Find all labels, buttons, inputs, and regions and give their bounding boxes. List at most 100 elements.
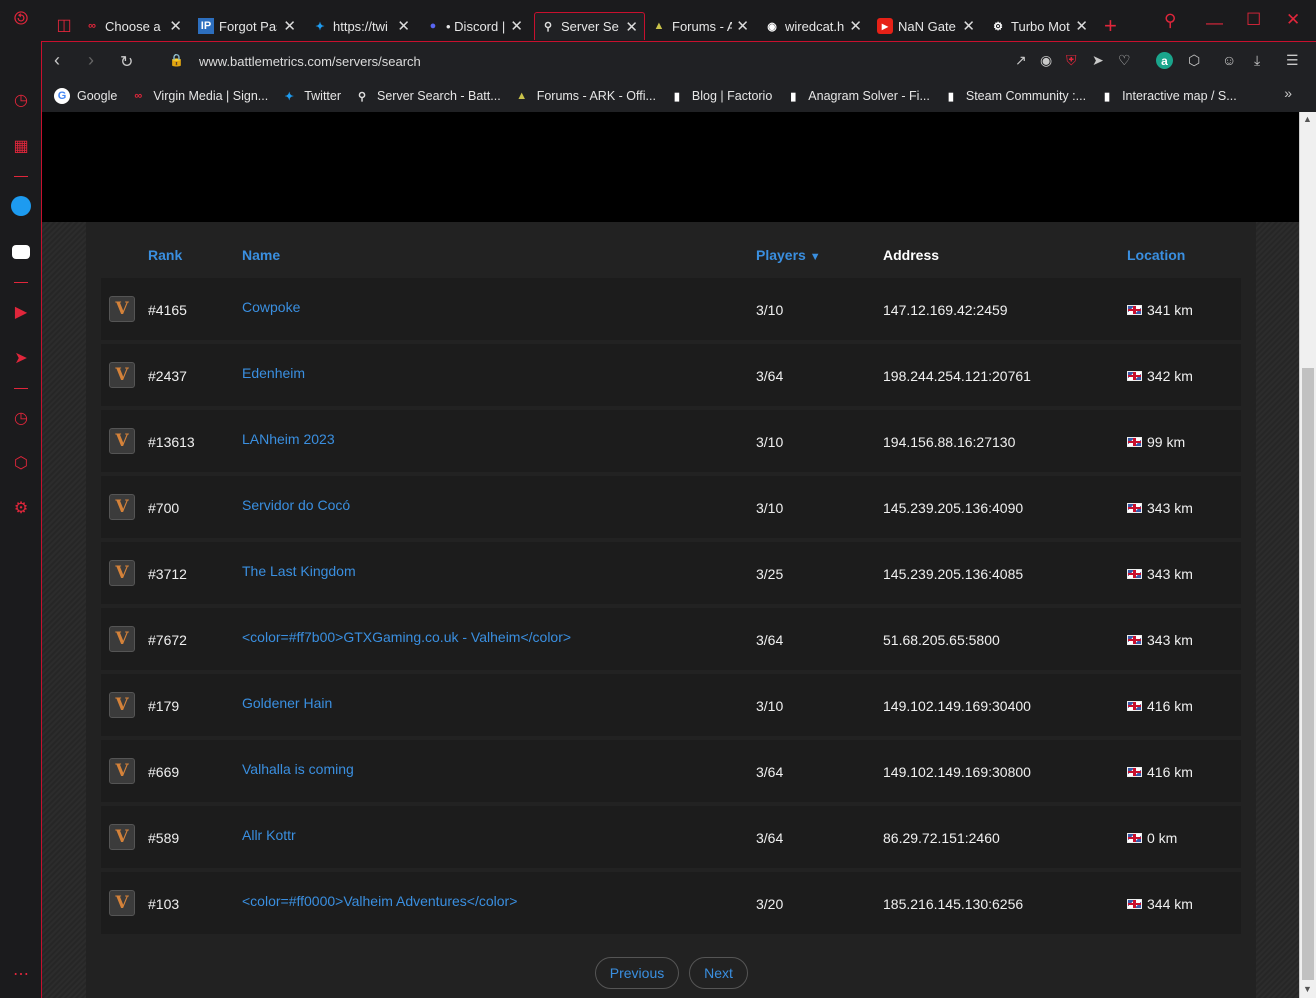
server-name-link[interactable]: The Last Kingdom xyxy=(242,563,356,579)
server-players: 3/10 xyxy=(756,302,784,318)
close-icon[interactable]: ✕ xyxy=(283,17,296,35)
bookmark-steam[interactable]: ▮ Steam Community :... xyxy=(943,88,1086,104)
bookmark-server-search[interactable]: ⚲ Server Search - Batt... xyxy=(354,88,501,104)
share-icon[interactable]: ↗ xyxy=(1015,52,1027,69)
twitter-sidebar-icon[interactable] xyxy=(9,194,33,218)
history-icon[interactable]: ◷ xyxy=(9,406,33,430)
close-icon[interactable]: ✕ xyxy=(1075,17,1088,35)
tab-nan-gates[interactable]: ▶ NaN Gates ✕ xyxy=(877,12,981,40)
extensions-cube-icon[interactable]: ⬡ xyxy=(9,451,33,475)
bookmark-google[interactable]: G Google xyxy=(54,88,117,104)
more-dots-icon[interactable]: ⋯ xyxy=(9,962,33,986)
next-button[interactable]: Next xyxy=(689,957,748,989)
chevron-double-right-icon[interactable]: » xyxy=(1284,85,1292,101)
adblock-shield-icon[interactable]: ⛨ xyxy=(1066,52,1077,69)
new-tab-plus-icon[interactable]: + xyxy=(1104,13,1117,39)
forward-arrow-icon[interactable]: › xyxy=(88,50,94,71)
server-name-link[interactable]: Allr Kottr xyxy=(242,827,296,843)
tab-forgot-password[interactable]: IP Forgot Pas ✕ xyxy=(198,12,302,40)
server-name-link[interactable]: LANheim 2023 xyxy=(242,431,335,447)
server-name-link[interactable]: <color=#ff0000>Valheim Adventures</color… xyxy=(242,893,517,909)
window-close-icon[interactable]: ✕ xyxy=(1286,10,1300,30)
discord-sidebar-icon[interactable] xyxy=(9,240,33,264)
server-name-link[interactable]: Valhalla is coming xyxy=(242,761,354,777)
favorites-heart-icon[interactable]: ♡ xyxy=(1118,52,1131,69)
flow-send-icon[interactable]: ➤ xyxy=(1092,52,1104,69)
table-row[interactable]: V #179 Goldener Hain 3/10 149.102.149.169:30… xyxy=(101,674,1241,736)
tab-discord[interactable]: ● • Discord | ✕ xyxy=(425,12,529,40)
bookmark-anagram[interactable]: ▮ Anagram Solver - Fi... xyxy=(785,88,930,104)
game-controller-icon[interactable]: ▦ xyxy=(9,134,33,158)
table-row[interactable]: V #7672 <color=#ff7b00>GTXGaming.co.uk - V… xyxy=(101,608,1241,670)
table-row[interactable]: V #103 <color=#ff0000>Valheim Adventures</… xyxy=(101,872,1241,934)
lock-icon[interactable]: 🔒 xyxy=(169,53,184,67)
server-address: 145.239.205.136:4085 xyxy=(883,566,1024,582)
tab-wiredcat[interactable]: ◉ wiredcat.h ✕ xyxy=(764,12,868,40)
header-players[interactable]: Players ▼ xyxy=(756,247,821,263)
close-icon[interactable]: ✕ xyxy=(736,17,749,35)
youtube-icon: ▶ xyxy=(877,18,893,34)
header-location[interactable]: Location xyxy=(1127,247,1185,263)
settings-gear-icon[interactable]: ⚙ xyxy=(9,496,33,520)
bookmark-forums-ark[interactable]: ▲ Forums - ARK - Offi... xyxy=(514,88,656,104)
page-icon: ▮ xyxy=(673,90,680,103)
extensions-cube-icon[interactable]: ⬡ xyxy=(1188,52,1200,69)
bookmark-interactive-map[interactable]: ▮ Interactive map / S... xyxy=(1099,88,1237,104)
tab-server-search[interactable]: ⚲ Server Sear ✕ xyxy=(534,12,645,40)
reload-icon[interactable]: ↻ xyxy=(120,52,133,72)
download-icon[interactable]: ⤓ xyxy=(1254,52,1260,69)
close-icon[interactable]: ✕ xyxy=(510,17,523,35)
maximize-icon[interactable]: ☐ xyxy=(1246,10,1261,30)
bookmark-twitter[interactable]: ✦ Twitter xyxy=(281,88,341,104)
tab-twitter[interactable]: ✦ https://twi ✕ xyxy=(312,12,416,40)
uk-flag-icon xyxy=(1127,569,1142,579)
send-icon[interactable]: ➤ xyxy=(9,346,33,370)
extension-a-icon[interactable]: a xyxy=(1156,52,1173,69)
table-row[interactable]: V #2437 Edenheim 3/64 198.244.254.121:20761 3… xyxy=(101,344,1241,406)
server-name-link[interactable]: Cowpoke xyxy=(242,299,300,315)
server-name-link[interactable]: <color=#ff7b00>GTXGaming.co.uk - Valheim… xyxy=(242,629,571,645)
table-row[interactable]: V #700 Servidor do Cocó 3/10 145.239.205.136… xyxy=(101,476,1241,538)
header-rank[interactable]: Rank xyxy=(148,247,182,263)
tab-forums-ark[interactable]: ▲ Forums - A ✕ xyxy=(651,12,755,40)
scroll-down-arrow-icon[interactable]: ▼ xyxy=(1303,984,1312,994)
player-icon[interactable]: ▶ xyxy=(9,300,33,324)
scroll-up-arrow-icon[interactable]: ▲ xyxy=(1303,114,1312,124)
close-icon[interactable]: ✕ xyxy=(169,17,182,35)
tab-search-icon[interactable]: ⚲ xyxy=(1164,11,1176,31)
server-rank: #669 xyxy=(148,764,180,780)
twitter-icon: ✦ xyxy=(315,20,325,33)
easy-setup-menu-icon[interactable]: ☰ xyxy=(1286,52,1299,69)
table-row[interactable]: V #3712 The Last Kingdom 3/25 145.239.205.13… xyxy=(101,542,1241,604)
uk-flag-icon xyxy=(1127,305,1142,315)
bookmark-virgin-media[interactable]: ∞ Virgin Media | Sign... xyxy=(130,88,268,104)
server-name-link[interactable]: Edenheim xyxy=(242,365,305,381)
gx-control-icon[interactable]: ◫ xyxy=(52,13,76,37)
tab-choose[interactable]: ∞ Choose a u ✕ xyxy=(84,12,188,40)
url-field[interactable]: www.battlemetrics.com/servers/search xyxy=(199,54,421,69)
server-address: 145.239.205.136:4090 xyxy=(883,500,1024,516)
table-row[interactable]: V #13613 LANheim 2023 3/10 194.156.88.16:271… xyxy=(101,410,1241,472)
page-scrollbar[interactable]: ▲ ▼ xyxy=(1299,112,1316,998)
table-row[interactable]: V #589 Allr Kottr 3/64 86.29.72.151:2460 0 km xyxy=(101,806,1241,868)
back-arrow-icon[interactable]: ‹ xyxy=(54,50,60,71)
scroll-thumb[interactable] xyxy=(1302,368,1314,980)
snapshot-camera-icon[interactable]: ◉ xyxy=(1040,52,1052,69)
close-icon[interactable]: ✕ xyxy=(625,18,638,36)
speed-dial-icon[interactable]: ◷ xyxy=(9,88,33,112)
bookmark-label: Forums - ARK - Offi... xyxy=(536,89,656,103)
table-row[interactable]: V #669 Valhalla is coming 3/64 149.102.149.1… xyxy=(101,740,1241,802)
minimize-icon[interactable]: — xyxy=(1206,13,1223,33)
server-name-link[interactable]: Goldener Hain xyxy=(242,695,332,711)
profile-icon[interactable]: ☺ xyxy=(1222,52,1236,68)
server-name-link[interactable]: Servidor do Cocó xyxy=(242,497,350,513)
table-row[interactable]: V #4165 Cowpoke 3/10 147.12.169.42:2459 341 k… xyxy=(101,278,1241,340)
header-name[interactable]: Name xyxy=(242,247,280,263)
bookmark-factorio[interactable]: ▮ Blog | Factorio xyxy=(669,88,772,104)
tab-turbo-mot[interactable]: ⚙ Turbo Mot ✕ xyxy=(990,12,1094,40)
close-icon[interactable]: ✕ xyxy=(849,17,862,35)
close-icon[interactable]: ✕ xyxy=(397,17,410,35)
close-icon[interactable]: ✕ xyxy=(962,17,975,35)
previous-button[interactable]: Previous xyxy=(595,957,679,989)
opera-logo-icon[interactable]: 🄎 xyxy=(9,8,33,32)
